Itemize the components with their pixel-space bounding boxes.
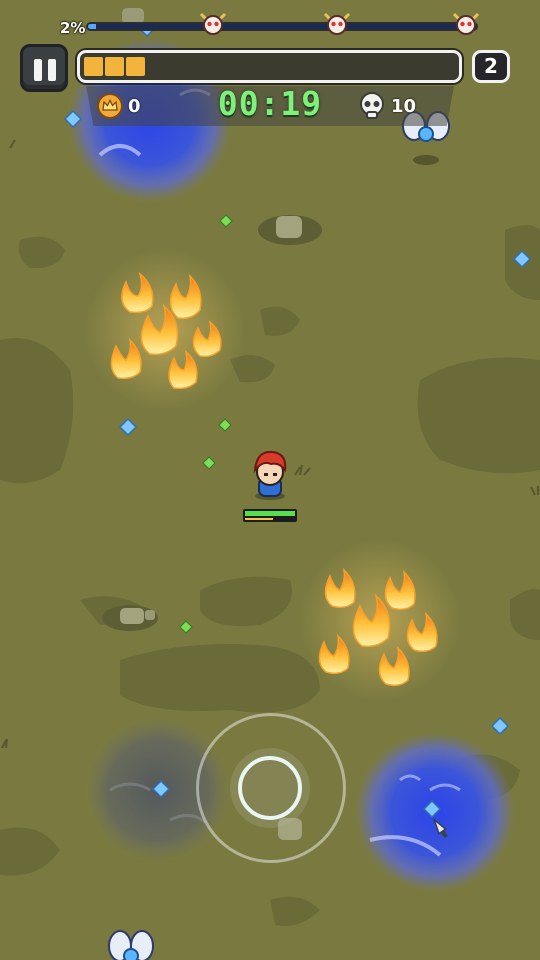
experience-segment (126, 57, 145, 76)
skull-icon (360, 92, 384, 119)
fire-zone-top (85, 250, 245, 410)
experience-segment (105, 57, 124, 76)
boss-skull-icon (452, 12, 480, 35)
player-health-bar (243, 509, 297, 522)
boss-skull-icon (323, 12, 351, 35)
wave-progress-fill (88, 24, 96, 29)
boss-skull-icon (199, 12, 227, 35)
crown-coin-icon (97, 93, 123, 119)
level-badge: 2 (472, 50, 510, 83)
butterfly-enemy (108, 930, 154, 960)
experience-bar (77, 50, 462, 83)
kill-count: 10 (391, 96, 417, 117)
joystick-knob[interactable] (238, 756, 302, 820)
wave-progress-bar (86, 22, 478, 31)
player-character (253, 450, 287, 500)
coin-count: 0 (128, 96, 141, 117)
pause-button[interactable] (20, 44, 68, 92)
wave-progress-label: 2% (60, 19, 86, 37)
fire-zone-bottom (300, 540, 460, 700)
player-xp-fill (245, 518, 273, 520)
survival-timer: 00:19 (217, 84, 323, 123)
player-health-fill (245, 511, 295, 516)
experience-segment (84, 57, 103, 76)
